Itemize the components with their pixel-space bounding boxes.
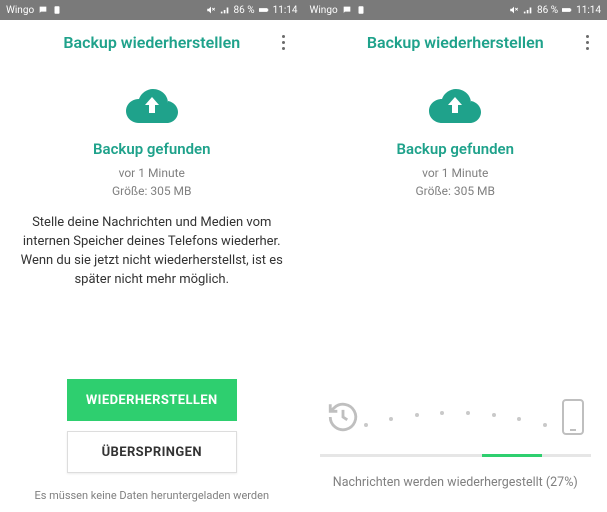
progress-status-text: Nachrichten werden wiederhergestellt (27… — [333, 475, 578, 490]
sim-icon — [356, 5, 366, 15]
battery-label: 86 % — [537, 5, 558, 16]
carrier-label: Wingo — [6, 5, 34, 16]
skip-button[interactable]: ÜBERSPRINGEN — [67, 431, 237, 473]
backup-found-title: Backup gefunden — [93, 140, 210, 158]
sim-icon — [52, 5, 62, 15]
chat-icon — [342, 5, 352, 15]
backup-time: vor 1 Minute — [415, 164, 495, 182]
page-title: Backup wiederherstellen — [63, 33, 240, 52]
backup-meta: vor 1 Minute Größe: 305 MB — [415, 164, 495, 200]
backup-size: Größe: 305 MB — [415, 182, 495, 200]
app-header: Backup wiederherstellen — [304, 20, 607, 66]
progress-bar — [320, 454, 592, 457]
cloud-upload-icon — [427, 86, 483, 130]
main-content: Backup gefunden vor 1 Minute Größe: 305 … — [0, 66, 304, 379]
battery-label: 86 % — [234, 5, 255, 16]
status-bar: Wingo 86 % 11:14 — [0, 0, 304, 20]
time-label: 11:14 — [576, 5, 601, 16]
restore-button[interactable]: WIEDERHERSTELLEN — [67, 379, 237, 421]
phone-icon — [561, 398, 585, 440]
status-bar: Wingo 86 % 11:14 — [304, 0, 607, 20]
progress-indicator — [482, 454, 542, 457]
main-content: Backup gefunden vor 1 Minute Größe: 305 … — [304, 66, 607, 398]
app-header: Backup wiederherstellen — [0, 20, 304, 66]
bottom-actions: WIEDERHERSTELLEN ÜBERSPRINGEN Es müssen … — [0, 379, 304, 512]
cloud-upload-icon — [124, 86, 180, 130]
download-footnote: Es müssen keine Daten heruntergeladen we… — [34, 489, 269, 502]
page-title: Backup wiederherstellen — [367, 33, 544, 52]
screen-left: Wingo 86 % 11:14 Backup wiederherstellen — [0, 0, 304, 512]
signal-icon — [220, 5, 230, 15]
chat-icon — [38, 5, 48, 15]
progress-area: Nachrichten werden wiederhergestellt (27… — [304, 398, 607, 512]
backup-found-title: Backup gefunden — [397, 140, 514, 158]
battery-icon — [562, 5, 572, 15]
backup-size: Größe: 305 MB — [112, 182, 192, 200]
restore-description: Stelle deine Nachrichten und Medien vom … — [16, 214, 288, 289]
carrier-label: Wingo — [310, 5, 338, 16]
overflow-menu-button[interactable] — [272, 31, 296, 55]
mute-icon — [509, 5, 519, 15]
mute-icon — [206, 5, 216, 15]
transfer-animation — [320, 398, 592, 440]
overflow-menu-button[interactable] — [575, 31, 599, 55]
history-icon — [326, 400, 360, 438]
battery-icon — [259, 5, 269, 15]
screen-right: Wingo 86 % 11:14 Backup wiederherstellen — [304, 0, 607, 512]
time-label: 11:14 — [273, 5, 298, 16]
signal-icon — [523, 5, 533, 15]
backup-meta: vor 1 Minute Größe: 305 MB — [112, 164, 192, 200]
backup-time: vor 1 Minute — [112, 164, 192, 182]
